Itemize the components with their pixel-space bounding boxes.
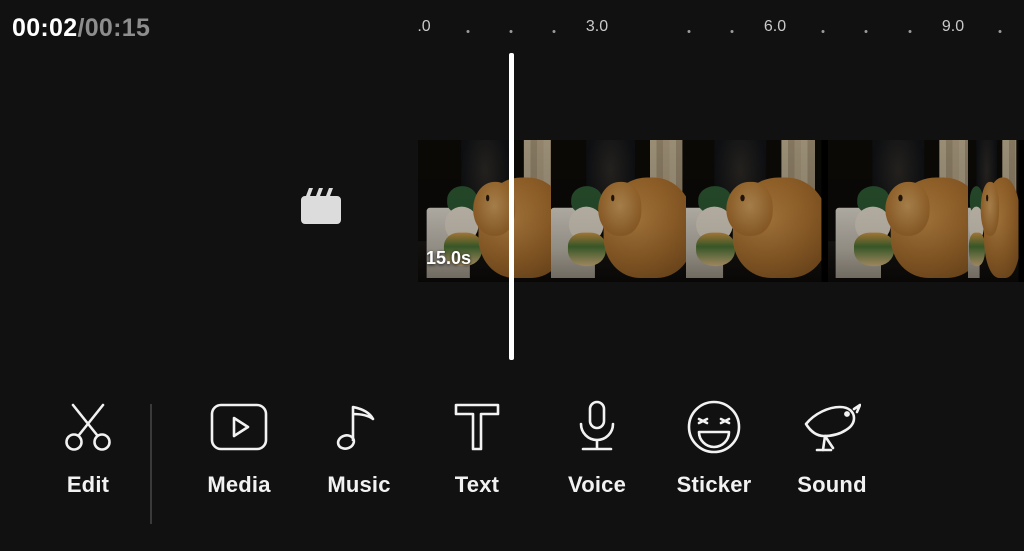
ruler-tick-label: .0	[417, 18, 431, 35]
toolbar-item-label: Music	[327, 472, 391, 497]
toolbar-item-media[interactable]: Media	[179, 396, 299, 498]
ruler-tick-label: 3.0	[585, 18, 609, 35]
toolbar-item-label: Text	[454, 472, 500, 497]
smiley-icon	[654, 396, 774, 458]
media-play-icon	[179, 396, 299, 458]
toolbar-item-label: Sound	[797, 472, 867, 497]
music-note-icon	[299, 396, 419, 458]
clip-thumbnail-frame	[686, 140, 828, 282]
timeline-ruler[interactable]: .0 3.0 6.0 9.0	[0, 18, 1024, 46]
toolbar-item-edit[interactable]: Edit	[28, 396, 148, 498]
bird-icon	[772, 396, 892, 458]
toolbar-item-music[interactable]: Music	[299, 396, 419, 498]
toolbar-item-text[interactable]: Text	[417, 396, 537, 498]
toolbar-item-label: Media	[207, 472, 271, 497]
ruler-tick-dot	[687, 30, 691, 33]
scissors-icon	[28, 396, 148, 458]
clip-duration-badge: 15.0s	[426, 248, 472, 268]
ruler-tick-label: 6.0	[763, 18, 787, 35]
ruler-tick-dot	[821, 30, 825, 33]
ruler-tick-dot	[908, 30, 912, 33]
toolbar-item-label: Sticker	[676, 472, 752, 497]
toolbar-divider	[150, 404, 152, 524]
ruler-tick-dot	[509, 30, 513, 33]
clip-thumbnail-frame	[968, 140, 1024, 282]
text-t-icon	[417, 396, 537, 458]
toolbar-item-label: Edit	[66, 472, 110, 497]
toolbar-item-voice[interactable]: Voice	[537, 396, 657, 498]
toolbar-item-sticker[interactable]: Sticker	[654, 396, 774, 498]
clip-thumbnail-frame	[828, 140, 968, 282]
ruler-tick-dot	[552, 30, 556, 33]
ruler-tick-label: 9.0	[941, 18, 965, 35]
toolbar-item-sound[interactable]: Sound	[772, 396, 892, 498]
microphone-icon	[537, 396, 657, 458]
playhead[interactable]	[509, 53, 514, 360]
ruler-tick-dot	[730, 30, 734, 33]
bottom-toolbar: Edit Media Music Text Voice Sticker Sound	[0, 376, 1024, 551]
clapperboard-icon[interactable]	[299, 186, 341, 226]
clip-thumbnail-frame	[551, 140, 686, 282]
toolbar-item-label: Voice	[567, 472, 627, 497]
ruler-tick-dot	[998, 30, 1002, 33]
ruler-tick-dot	[466, 30, 470, 33]
ruler-tick-dot	[864, 30, 868, 33]
